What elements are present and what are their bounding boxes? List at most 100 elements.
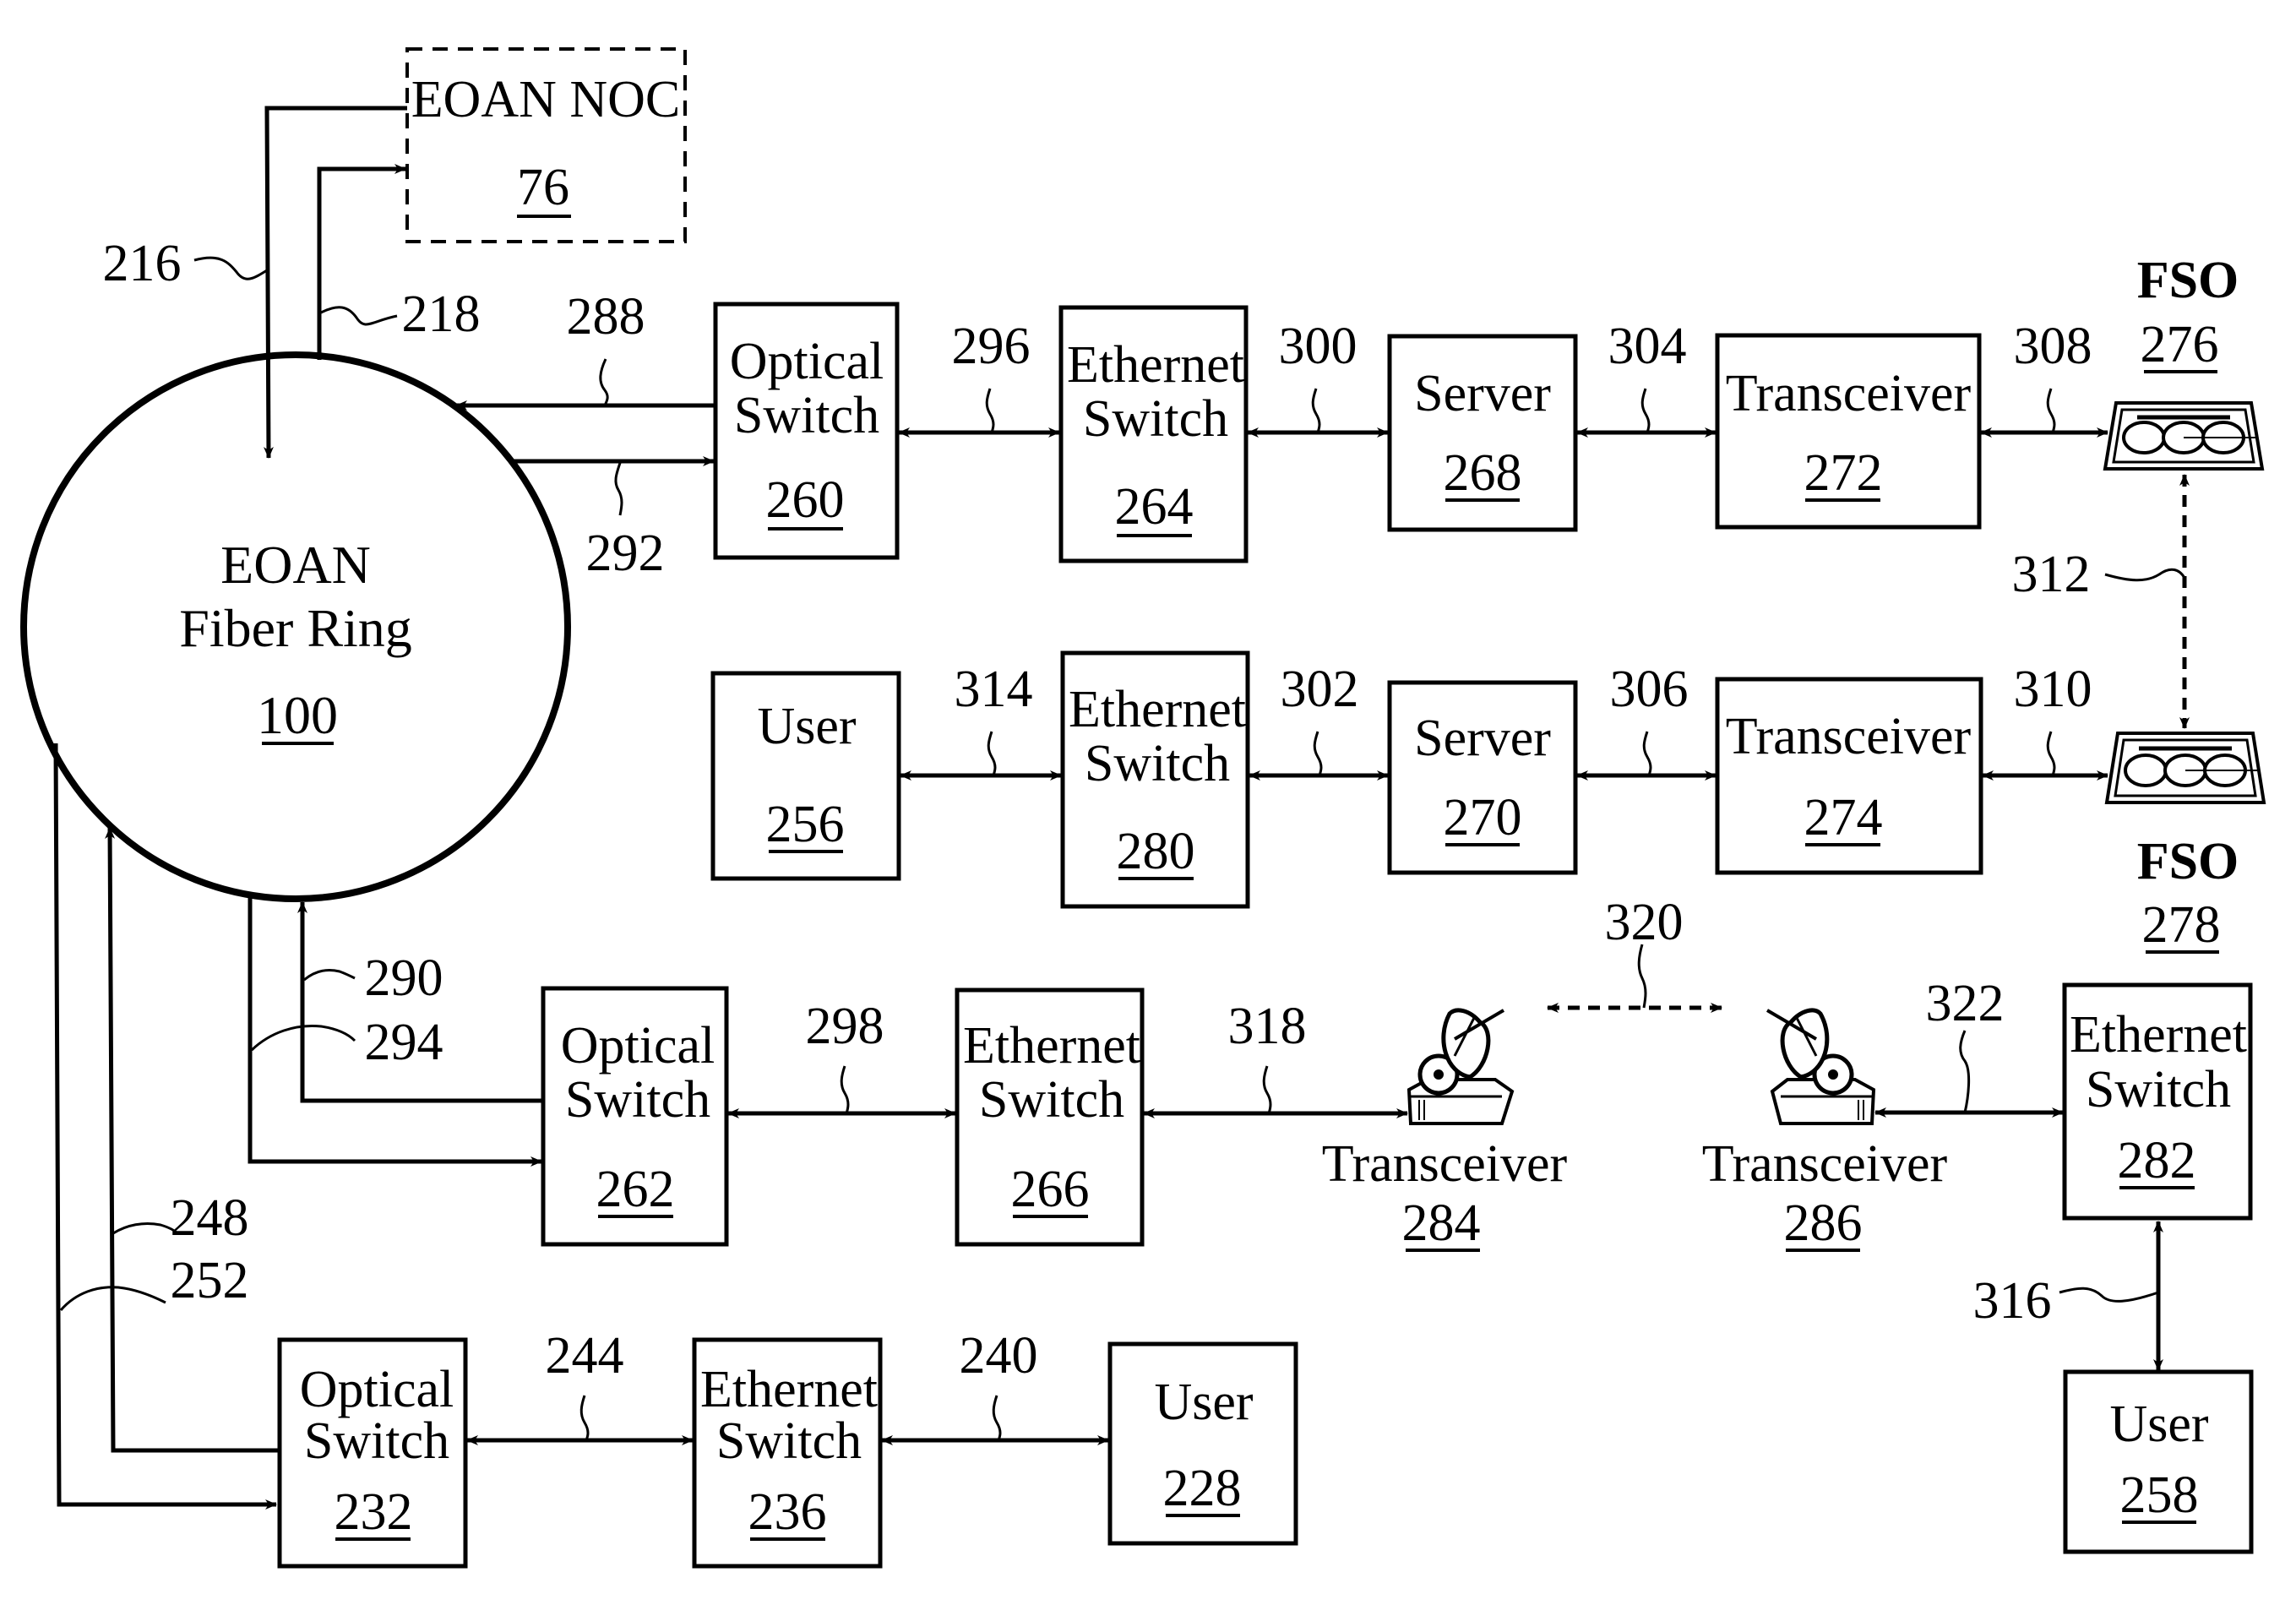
link-322: 322 bbox=[1874, 975, 2064, 1118]
optical-switch-262[interactable]: Optical Switch 262 bbox=[541, 986, 729, 1247]
block-ref: 236 bbox=[748, 1483, 827, 1541]
block-ref: 274 bbox=[1804, 789, 1883, 846]
ref-296: 296 bbox=[952, 318, 1031, 375]
ring-ref: 100 bbox=[257, 685, 338, 745]
server-268[interactable]: Server 268 bbox=[1387, 334, 1578, 532]
ref-240: 240 bbox=[960, 1327, 1038, 1385]
link-240: 240 bbox=[881, 1327, 1109, 1445]
link-314: 314 bbox=[900, 661, 1062, 781]
block-label-line2: Switch bbox=[2086, 1061, 2231, 1118]
ref-322: 322 bbox=[1926, 975, 2005, 1032]
satellite-dish-icon bbox=[1406, 1008, 1515, 1125]
fso-transceiver-icon bbox=[2103, 401, 2265, 471]
link-296: 296 bbox=[898, 318, 1060, 438]
block-ref: 268 bbox=[1444, 444, 1522, 502]
link-316: 316 bbox=[1973, 1221, 2163, 1371]
block-ref: 260 bbox=[766, 471, 845, 529]
optical-switch-232[interactable]: Optical Switch 232 bbox=[277, 1337, 468, 1569]
block-label-line2: Switch bbox=[1083, 390, 1228, 448]
ref-306: 306 bbox=[1610, 661, 1689, 718]
fso-top-ref: 276 bbox=[2141, 316, 2219, 373]
ethernet-switch-282[interactable]: Ethernet Switch 282 bbox=[2062, 982, 2253, 1221]
block-label-line1: Ethernet bbox=[700, 1361, 878, 1418]
fso-transceiver-icon bbox=[2104, 732, 2266, 804]
radio-right-title: Transceiver bbox=[1702, 1135, 1948, 1193]
ref-252: 252 bbox=[171, 1252, 249, 1309]
noc-title: EOAN NOC bbox=[411, 71, 681, 128]
ref-304: 304 bbox=[1608, 318, 1687, 375]
block-label-line1: User bbox=[2109, 1396, 2208, 1453]
fso-278[interactable]: FSO 278 bbox=[2104, 732, 2266, 954]
eoan-fiber-ring[interactable]: EOAN Fiber Ring 100 bbox=[20, 351, 571, 902]
link-320: 320 bbox=[1547, 894, 1722, 1013]
ref-298: 298 bbox=[806, 998, 884, 1055]
radio-left-ref: 284 bbox=[1402, 1194, 1481, 1252]
fso-276[interactable]: FSO 276 bbox=[2103, 252, 2265, 471]
block-ref: 258 bbox=[2120, 1466, 2199, 1524]
block-label-line1: Ethernet bbox=[1069, 681, 1246, 738]
ethernet-switch-236[interactable]: Ethernet Switch 236 bbox=[692, 1337, 883, 1569]
block-ref: 266 bbox=[1011, 1161, 1090, 1218]
block-ref: 232 bbox=[335, 1483, 413, 1541]
ref-308: 308 bbox=[2014, 318, 2092, 375]
link-308: 308 bbox=[1980, 318, 2108, 438]
link-244: 244 bbox=[466, 1327, 694, 1445]
link-300: 300 bbox=[1247, 318, 1389, 438]
block-label-line1: Optical bbox=[561, 1017, 715, 1075]
link-318: 318 bbox=[1143, 998, 1408, 1118]
block-label-line1: Ethernet bbox=[1067, 336, 1244, 394]
user-258[interactable]: User 258 bbox=[2063, 1369, 2254, 1554]
block-label-line2: Switch bbox=[979, 1071, 1124, 1129]
user-256[interactable]: User 256 bbox=[710, 671, 901, 881]
block-label-line1: Ethernet bbox=[2070, 1006, 2247, 1064]
block-ref: 272 bbox=[1804, 444, 1883, 502]
optical-switch-260[interactable]: Optical Switch 260 bbox=[713, 302, 900, 560]
radio-transceiver-284[interactable]: Transceiver 284 bbox=[1322, 1008, 1568, 1252]
ref-292: 292 bbox=[586, 525, 665, 582]
ref-314: 314 bbox=[955, 661, 1033, 718]
block-label-line1: Transceiver bbox=[1726, 365, 1972, 422]
transceiver-274[interactable]: Transceiver 274 bbox=[1715, 677, 1983, 875]
ref-320: 320 bbox=[1605, 894, 1684, 951]
block-ref: 256 bbox=[766, 796, 845, 853]
block-ref: 282 bbox=[2118, 1132, 2196, 1189]
block-label-line1: Transceiver bbox=[1726, 708, 1972, 765]
block-label-line2: Switch bbox=[716, 1412, 862, 1470]
ref-244: 244 bbox=[546, 1327, 624, 1385]
link-310: 310 bbox=[1982, 661, 2108, 781]
ref-318: 318 bbox=[1228, 998, 1307, 1055]
block-ref: 264 bbox=[1115, 478, 1194, 536]
user-228[interactable]: User 228 bbox=[1107, 1341, 1298, 1546]
link-304: 304 bbox=[1576, 318, 1717, 438]
ring-title-line1: EOAN bbox=[220, 535, 371, 595]
ref-248: 248 bbox=[171, 1189, 249, 1247]
link-294: 294 bbox=[248, 895, 542, 1167]
fso-bottom-ref: 278 bbox=[2142, 896, 2221, 954]
block-label-line1: User bbox=[757, 698, 856, 755]
block-label-line2: Switch bbox=[565, 1071, 710, 1129]
transceiver-272[interactable]: Transceiver 272 bbox=[1715, 333, 1982, 530]
ref-310: 310 bbox=[2014, 661, 2092, 718]
ethernet-switch-266[interactable]: Ethernet Switch 266 bbox=[955, 987, 1145, 1247]
ref-294: 294 bbox=[365, 1014, 443, 1071]
fso-bottom-title: FSO bbox=[2137, 833, 2239, 890]
ref-216: 216 bbox=[103, 235, 182, 292]
ethernet-switch-264[interactable]: Ethernet Switch 264 bbox=[1058, 305, 1249, 563]
ref-300: 300 bbox=[1279, 318, 1357, 375]
block-label-line2: Switch bbox=[1085, 735, 1230, 792]
block-ref: 228 bbox=[1163, 1460, 1242, 1517]
ethernet-switch-280[interactable]: Ethernet Switch 280 bbox=[1060, 650, 1250, 909]
ref-312: 312 bbox=[2012, 546, 2091, 603]
block-ref: 270 bbox=[1444, 789, 1522, 846]
network-diagram: #diagram marker path { } EOAN Fiber Ring… bbox=[20, 47, 2266, 1569]
link-302: 302 bbox=[1249, 661, 1389, 781]
block-label-line2: Switch bbox=[734, 387, 879, 444]
radio-right-ref: 286 bbox=[1784, 1194, 1863, 1252]
ref-316: 316 bbox=[1973, 1272, 2052, 1330]
eoan-noc-box[interactable]: EOAN NOC 76 bbox=[405, 47, 687, 243]
radio-transceiver-286[interactable]: Transceiver 286 bbox=[1702, 1008, 1948, 1252]
link-288: 288 bbox=[455, 288, 715, 411]
server-270[interactable]: Server 270 bbox=[1387, 680, 1578, 875]
noc-ref: 76 bbox=[517, 159, 569, 216]
link-298: 298 bbox=[727, 998, 956, 1118]
